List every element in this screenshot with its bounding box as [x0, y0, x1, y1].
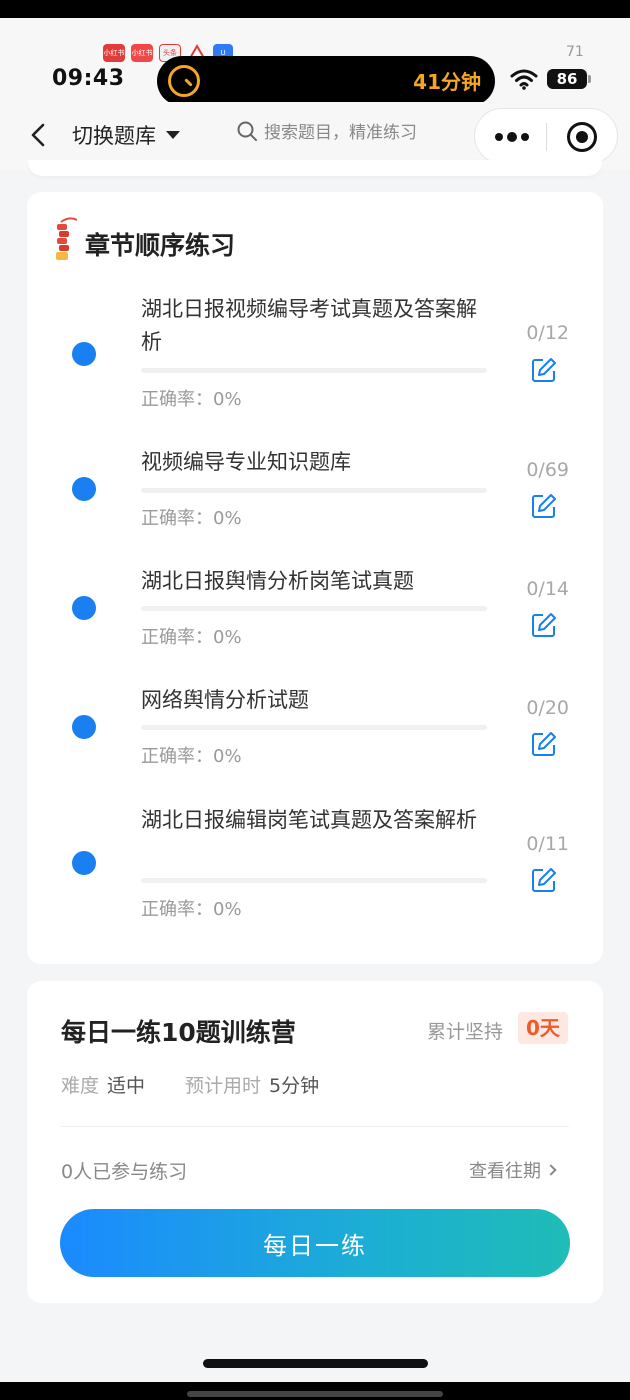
chapter-dot	[72, 715, 96, 739]
edit-icon[interactable]	[531, 867, 557, 893]
search-icon	[237, 121, 257, 141]
question-count: 0/12	[526, 322, 569, 344]
history-link-label: 查看往期	[469, 1161, 541, 1182]
chapter-item-title: 湖北日报编辑岗笔试真题及答案解析	[141, 808, 477, 832]
status-number: 71	[566, 44, 584, 60]
question-count: 0/14	[526, 578, 569, 600]
edit-icon[interactable]	[531, 493, 557, 519]
close-miniprogram-icon[interactable]	[567, 122, 597, 152]
app-icon-red: 小红书	[103, 44, 125, 62]
daily-meta: 难度 适中 预计用时 5分钟	[61, 1071, 319, 1098]
top-black-strip	[0, 0, 630, 18]
miniprogram-capsule	[474, 108, 618, 164]
chapter-item-title: 网络舆情分析试题	[141, 688, 309, 712]
wifi-icon	[510, 69, 538, 90]
question-count: 0/11	[526, 833, 569, 855]
chevron-right-icon	[545, 1164, 557, 1176]
more-icon[interactable]	[495, 127, 529, 147]
chapter-practice-card: 章节顺序练习 湖北日报视频编导考试真题及答案解析 正确率：0% 0/12 视频编…	[27, 192, 603, 964]
chapter-dot	[72, 477, 96, 501]
switch-bank-label: 切换题库	[72, 124, 156, 148]
search-placeholder: 搜索题目，精准练习	[264, 123, 417, 143]
difficulty-value: 适中	[107, 1075, 146, 1097]
chapter-dot	[72, 342, 96, 366]
app-icon-red: 小红书	[131, 44, 153, 62]
participants-count: 0人已参与练习	[61, 1161, 188, 1183]
firecracker-icon	[56, 217, 78, 260]
daily-practice-card: 每日一练10题训练营 累计坚持 0天 难度 适中 预计用时 5分钟 0人已参与练…	[27, 981, 603, 1303]
edit-icon[interactable]	[531, 731, 557, 757]
question-count: 0/69	[526, 459, 569, 481]
back-arrow-icon[interactable]	[28, 122, 48, 148]
switch-bank-button[interactable]: 切换题库	[72, 120, 180, 150]
caret-down-icon	[166, 131, 180, 139]
history-link[interactable]: 查看往期	[469, 1157, 557, 1183]
daily-title: 每日一练10题训练营	[61, 1018, 296, 1047]
accuracy-rate: 正确率：0%	[141, 899, 242, 920]
chapter-dot	[72, 596, 96, 620]
accuracy-rate: 正确率：0%	[141, 627, 242, 648]
edit-icon[interactable]	[531, 357, 557, 383]
persist-label: 累计坚持	[427, 1021, 504, 1043]
island-timer-text: 41分钟	[413, 70, 481, 94]
edit-icon[interactable]	[531, 612, 557, 638]
progress-bar	[141, 488, 487, 493]
accuracy-rate: 正确率：0%	[141, 746, 242, 767]
chapter-item-title: 湖北日报舆情分析岗笔试真题	[141, 569, 414, 593]
chapter-item-title: 视频编导专业知识题库	[141, 450, 351, 474]
chapter-title: 章节顺序练习	[85, 231, 236, 260]
timer-icon	[168, 65, 200, 97]
accuracy-rate: 正确率：0%	[141, 508, 242, 529]
search-input[interactable]: 搜索题目，精准练习	[236, 118, 417, 143]
progress-bar	[141, 725, 487, 730]
divider	[61, 1126, 569, 1127]
chapter-item-title: 湖北日报视频编导考试真题及答案解析	[141, 297, 477, 354]
progress-bar	[141, 606, 487, 611]
status-bar: 小红书 小红书 头条 U 71 09:43 41分钟 86	[0, 18, 630, 106]
battery-indicator: 86	[547, 69, 591, 89]
chapter-dot	[72, 851, 96, 875]
capsule-divider	[546, 123, 547, 151]
time-label: 预计用时	[185, 1075, 262, 1097]
chapter-header: 章节顺序练习	[53, 216, 235, 262]
previous-card-edge	[28, 160, 602, 176]
question-count: 0/20	[526, 697, 569, 719]
progress-bar	[141, 368, 487, 373]
time-value: 5分钟	[269, 1075, 320, 1097]
status-time: 09:43	[52, 66, 125, 91]
persist-days-badge: 0天	[518, 1012, 568, 1044]
daily-practice-button[interactable]: 每日一练	[60, 1209, 570, 1277]
progress-bar	[141, 878, 487, 883]
accuracy-rate: 正确率：0%	[141, 389, 242, 410]
bottom-bar	[187, 1391, 443, 1397]
home-indicator[interactable]	[203, 1359, 428, 1368]
dynamic-island[interactable]: 41分钟	[157, 56, 495, 106]
difficulty-label: 难度	[61, 1075, 100, 1097]
